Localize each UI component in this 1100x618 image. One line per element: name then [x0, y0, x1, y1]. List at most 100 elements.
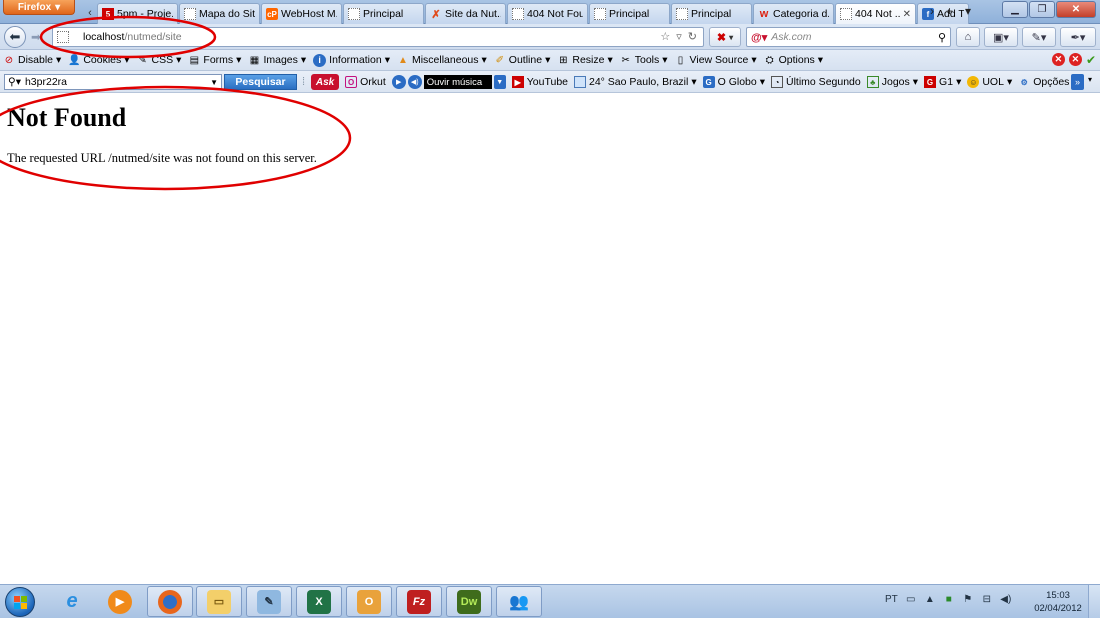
chevron-down-icon[interactable]: ▼: [210, 78, 218, 87]
g1-link[interactable]: G G1 ▾: [924, 76, 961, 88]
bookmarks-icon[interactable]: ▣▾: [984, 27, 1018, 47]
tab[interactable]: Principal: [343, 3, 424, 24]
devbar-information[interactable]: i Information ▾: [313, 53, 390, 67]
orkut-link[interactable]: O Orkut: [345, 76, 386, 88]
media-player-icon[interactable]: ▶: [97, 586, 143, 617]
tab[interactable]: Principal: [671, 3, 752, 24]
tab[interactable]: 55pm - Proje...: [97, 3, 178, 24]
chevron-down-icon[interactable]: ▾: [1088, 75, 1092, 84]
outlook-icon[interactable]: O: [346, 586, 392, 617]
url-text[interactable]: localhost/nutmed/site: [83, 31, 182, 43]
app-tray-icon[interactable]: ■: [943, 594, 955, 605]
chevron-down-icon: ▾: [236, 54, 242, 66]
firefox-taskbar-icon[interactable]: [147, 586, 193, 617]
minimize-icon[interactable]: ▁: [1002, 1, 1028, 18]
devbar-disable[interactable]: ⊘ Disable ▾: [3, 54, 62, 66]
restore-icon[interactable]: ❐: [1029, 1, 1055, 18]
pesquisar-button[interactable]: Pesquisar: [224, 74, 297, 90]
network-icon[interactable]: ⊟: [981, 594, 993, 605]
reload-icon[interactable]: ↻: [688, 30, 697, 43]
new-tab-icon[interactable]: +: [946, 4, 953, 18]
show-desktop-button[interactable]: [1088, 585, 1100, 618]
opcoes-menu[interactable]: ⚙Opções▾: [1018, 76, 1078, 88]
search-box[interactable]: @▾ Ask.com ⚲: [746, 27, 951, 47]
ask-engine-icon[interactable]: @▾: [751, 31, 767, 44]
keyboard-icon[interactable]: ▭: [905, 594, 917, 605]
tab-active[interactable]: 404 Not ... ✕: [835, 3, 916, 24]
addon-tool-icon[interactable]: ✎▾: [1022, 27, 1056, 47]
filezilla-icon[interactable]: Fz: [396, 586, 442, 617]
warning-icon[interactable]: ✕: [1068, 53, 1082, 66]
music-player[interactable]: ▶ ◀) Ouvir música ▼: [391, 75, 506, 89]
close-window-icon[interactable]: ✕: [1056, 1, 1096, 18]
firefox-menu-button[interactable]: Firefox ▾: [3, 0, 75, 15]
internet-explorer-icon[interactable]: e: [49, 586, 95, 617]
chevron-down-icon: ▾: [545, 54, 551, 66]
tab[interactable]: cPWebHost M...: [261, 3, 342, 24]
dropdown-icon[interactable]: ▿: [676, 30, 682, 43]
notepad-icon[interactable]: ✎: [246, 586, 292, 617]
devbar-view-source[interactable]: ▯ View Source ▾: [675, 54, 757, 66]
chevron-down-icon[interactable]: ▼: [493, 75, 506, 89]
devbar-outline[interactable]: ✐ Outline ▾: [494, 54, 551, 66]
weather-label: 24° Sao Paulo, Brazil: [589, 76, 689, 88]
search-icon[interactable]: ⚲: [938, 31, 946, 44]
devbar-tools[interactable]: ✂ Tools ▾: [620, 54, 668, 66]
devbar-forms[interactable]: ▤ Forms ▾: [188, 54, 242, 66]
volume-icon[interactable]: ◀): [407, 75, 422, 89]
windows-explorer-icon[interactable]: ▭: [196, 586, 242, 617]
tab-label: WebHost M...: [281, 8, 337, 20]
show-hidden-icons-icon[interactable]: ▲: [924, 594, 936, 605]
devbar-cookies[interactable]: 👤 Cookies ▾: [68, 54, 129, 66]
cookies-icon: 👤: [68, 54, 81, 66]
options-icon: ⚙: [1020, 77, 1028, 87]
bookmark-star-icon[interactable]: ☆: [660, 30, 670, 43]
valid-check-icon[interactable]: ✔: [1086, 53, 1096, 67]
tab[interactable]: 404 Not Fou...: [507, 3, 588, 24]
devbar-miscellaneous[interactable]: ▲ Miscellaneous ▾: [397, 54, 487, 66]
oglobo-link[interactable]: GO Globo ▾: [702, 76, 766, 88]
play-icon[interactable]: ▶: [391, 75, 406, 89]
tab[interactable]: ✗ Site da Nut...: [425, 3, 506, 24]
devbar-images[interactable]: ▦ Images ▾: [248, 54, 306, 66]
chevron-down-icon: ▾: [176, 54, 182, 66]
windows-start-icon[interactable]: [5, 587, 35, 617]
list-tabs-icon[interactable]: ▾: [965, 4, 971, 18]
language-indicator[interactable]: PT: [885, 594, 898, 605]
devbar-options[interactable]: ⛭ Options ▾: [764, 54, 823, 66]
chevron-down-icon: ▾: [759, 76, 766, 88]
clock[interactable]: 15:03 02/04/2012: [1030, 589, 1086, 615]
close-tab-icon[interactable]: ✕: [903, 9, 911, 20]
url-bar[interactable]: localhost/nutmed/site ☆ ▿ ↻: [52, 27, 704, 47]
page-icon: [57, 31, 69, 43]
jogos-link[interactable]: ♣ Jogos ▾: [866, 76, 918, 88]
action-center-flag-icon[interactable]: ⚑: [962, 594, 974, 605]
tab[interactable]: Mapa do Site: [179, 3, 260, 24]
error-icon[interactable]: ✕: [1051, 53, 1065, 66]
more-chevron-icon[interactable]: »: [1071, 74, 1084, 90]
red-x-icon: ✖: [716, 31, 727, 44]
orkut-label: Orkut: [360, 76, 386, 88]
scroll-tabs-left-icon[interactable]: ‹: [83, 4, 97, 22]
youtube-link[interactable]: ▶ YouTube: [511, 76, 568, 88]
weather-widget[interactable]: 24° Sao Paulo, Brazil ▾: [574, 76, 697, 88]
forward-arrow-icon[interactable]: ➡: [28, 29, 44, 45]
devbar-resize[interactable]: ⊞ Resize ▾: [557, 54, 613, 66]
devbar-css[interactable]: ✎ CSS ▾: [137, 54, 182, 66]
dreamweaver-icon[interactable]: Dw: [446, 586, 492, 617]
tab[interactable]: w Categoria d...: [753, 3, 834, 24]
ask-logo[interactable]: Ask: [311, 74, 340, 90]
addon-button[interactable]: ✖ ▾: [709, 27, 741, 47]
messenger-icon[interactable]: 👥: [496, 586, 542, 617]
back-arrow-icon[interactable]: ⬅: [4, 26, 26, 48]
volume-icon[interactable]: ◀): [1000, 594, 1012, 605]
excel-icon[interactable]: X: [296, 586, 342, 617]
uol-link[interactable]: ☺ UOL ▾: [967, 76, 1012, 88]
home-icon[interactable]: ⌂: [956, 27, 980, 47]
chevron-down-icon: ▾: [124, 54, 130, 66]
scroll-tabs-right-icon[interactable]: ›: [930, 4, 934, 18]
pen-tool-icon[interactable]: ✒▾: [1060, 27, 1096, 47]
ultimo-segundo-link[interactable]: ◔ Último Segundo: [771, 76, 861, 88]
tab[interactable]: Principal: [589, 3, 670, 24]
ask-search-input[interactable]: ⚲▾ h3pr22ra ▼: [4, 74, 222, 90]
